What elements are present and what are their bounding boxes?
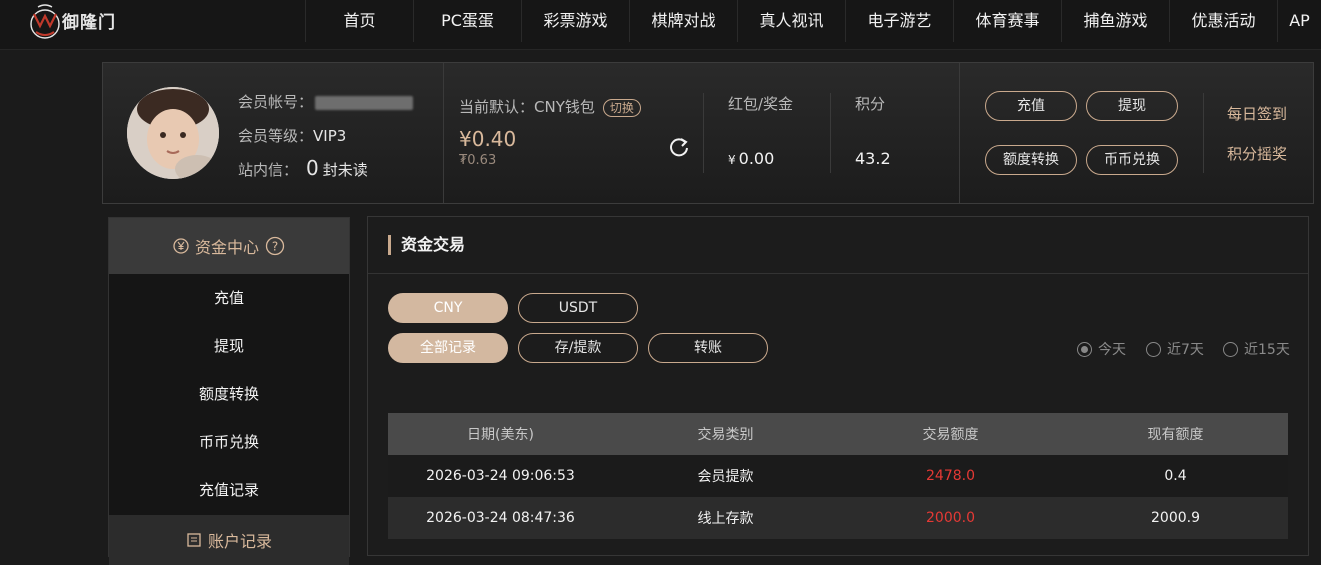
- sidebar-heading-account-records[interactable]: 账户记录: [109, 515, 349, 565]
- nav-item-fishing[interactable]: 捕鱼游戏: [1061, 0, 1169, 42]
- help-icon[interactable]: ?: [265, 236, 285, 256]
- nav-item-slots[interactable]: 电子游艺: [845, 0, 953, 42]
- inbox-row[interactable]: 站内信： 0 封未读: [238, 156, 368, 180]
- cell-type: 会员提款: [697, 469, 754, 485]
- refresh-icon[interactable]: [668, 136, 690, 158]
- member-level: VIP3: [313, 127, 347, 145]
- cell-balance: 0.4: [1164, 468, 1187, 484]
- svg-text:?: ?: [272, 240, 278, 254]
- column-header-type[interactable]: 交易类别: [613, 413, 838, 455]
- points-lottery-link[interactable]: 积分摇奖: [1227, 143, 1287, 164]
- currency-tab-usdt[interactable]: USDT: [518, 293, 638, 323]
- withdraw-button[interactable]: 提现: [1086, 91, 1178, 121]
- member-account-redacted: [315, 95, 414, 110]
- divider: [830, 93, 831, 173]
- funds-transaction-panel: 资金交易 CNY USDT 全部记录 存/提款 转账 今天 近7天 近15天 日…: [367, 216, 1309, 556]
- divider: [703, 93, 704, 173]
- cell-date: 2026-03-24 09:06:53: [426, 468, 575, 484]
- divider: [443, 63, 444, 203]
- cell-amount: 2478.0: [926, 468, 975, 484]
- wallet-balance: ¥0.40: [459, 127, 517, 151]
- member-account-row: 会员帐号：: [238, 91, 414, 112]
- nav-item-app[interactable]: AP: [1277, 0, 1321, 42]
- nav-item-lottery[interactable]: 彩票游戏: [521, 0, 629, 42]
- account-summary-card: 会员帐号： 会员等级：VIP3 站内信： 0 封未读 当前默认：CNY钱包 切换 ¥0…: [102, 62, 1314, 204]
- range-option-7-days[interactable]: 近7天: [1146, 339, 1204, 359]
- column-header-date[interactable]: 日期(美东): [388, 413, 613, 455]
- column-header-balance[interactable]: 现有额度: [1063, 413, 1288, 455]
- column-header-amount[interactable]: 交易额度: [838, 413, 1063, 455]
- divider: [959, 63, 960, 203]
- nav-item-sports[interactable]: 体育赛事: [953, 0, 1061, 42]
- member-level-row: 会员等级：VIP3: [238, 127, 347, 145]
- table-header: 日期(美东) 交易类别 交易额度 现有额度: [388, 413, 1288, 455]
- logo-icon: [30, 4, 60, 39]
- cell-amount: 2000.0: [926, 510, 975, 526]
- nav-item-live-video[interactable]: 真人视讯: [737, 0, 845, 42]
- radio-unchecked-icon: [1223, 341, 1238, 357]
- daily-checkin-link[interactable]: 每日签到: [1227, 103, 1287, 124]
- radio-checked-icon: [1077, 341, 1092, 357]
- brand-name: 御隆门: [62, 13, 116, 33]
- radio-unchecked-icon: [1146, 341, 1161, 357]
- points-value: 43.2: [855, 149, 891, 168]
- transaction-table: 日期(美东) 交易类别 交易额度 现有额度 2026-03-24 09:06:5…: [388, 413, 1288, 539]
- sidebar: 资金中心 ? 充值 提现 额度转换 币币兑换 充值记录 账户记录: [108, 217, 350, 565]
- nav-item-chess[interactable]: 棋牌对战: [629, 0, 737, 42]
- transfer-button[interactable]: 额度转换: [985, 145, 1077, 175]
- sidebar-item-coin-exchange[interactable]: 币币兑换: [109, 418, 349, 466]
- table-row[interactable]: 2026-03-24 08:47:36 线上存款 2000.0 2000.9: [388, 497, 1288, 539]
- switch-wallet-button[interactable]: 切换: [602, 98, 641, 117]
- divider: [368, 273, 1308, 274]
- sidebar-heading-funds[interactable]: 资金中心 ?: [109, 218, 349, 274]
- sidebar-item-deposit-records[interactable]: 充值记录: [109, 466, 349, 514]
- type-tab-all[interactable]: 全部记录: [388, 333, 508, 363]
- table-row[interactable]: 2026-03-24 09:06:53 会员提款 2478.0 0.4: [388, 455, 1288, 497]
- points-label: 积分: [855, 95, 886, 113]
- brand-logo[interactable]: 御隆门: [28, 2, 128, 44]
- cell-balance: 2000.9: [1151, 510, 1200, 526]
- range-option-15-days[interactable]: 近15天: [1223, 339, 1290, 359]
- range-option-today[interactable]: 今天: [1077, 339, 1126, 359]
- nav-item-promotions[interactable]: 优惠活动: [1169, 0, 1277, 42]
- deposit-button[interactable]: 充值: [985, 91, 1077, 121]
- top-nav-bar: 御隆门 首页 PC蛋蛋 彩票游戏 棋牌对战 真人视讯 电子游艺 体育赛事 捕鱼游…: [0, 0, 1321, 50]
- coin-exchange-button[interactable]: 币币兑换: [1086, 145, 1178, 175]
- nav-item-home[interactable]: 首页: [305, 0, 413, 42]
- default-wallet-label: 当前默认：CNY钱包 切换: [459, 96, 641, 117]
- yen-coin-icon: [173, 238, 189, 254]
- cell-date: 2026-03-24 08:47:36: [426, 510, 575, 526]
- avatar: [127, 87, 219, 179]
- cell-type: 线上存款: [697, 511, 754, 527]
- redpacket-label: 红包/奖金: [728, 95, 794, 113]
- redpacket-value: ¥0.00: [728, 149, 775, 168]
- panel-title: 资金交易: [388, 235, 465, 255]
- main-nav: 首页 PC蛋蛋 彩票游戏 棋牌对战 真人视讯 电子游艺 体育赛事 捕鱼游戏 优惠…: [305, 0, 1321, 50]
- type-tab-transfer[interactable]: 转账: [648, 333, 768, 363]
- unread-count: 0: [306, 156, 319, 180]
- sidebar-item-deposit[interactable]: 充值: [109, 274, 349, 322]
- wallet-balance-usdt: ₮0.63: [459, 153, 497, 168]
- sidebar-item-withdraw[interactable]: 提现: [109, 322, 349, 370]
- nav-item-pc-dandan[interactable]: PC蛋蛋: [413, 0, 521, 42]
- currency-tab-cny[interactable]: CNY: [388, 293, 508, 323]
- type-tab-deposit-withdraw[interactable]: 存/提款: [518, 333, 638, 363]
- divider: [1203, 93, 1204, 173]
- sidebar-item-transfer[interactable]: 额度转换: [109, 370, 349, 418]
- records-icon: [187, 533, 201, 547]
